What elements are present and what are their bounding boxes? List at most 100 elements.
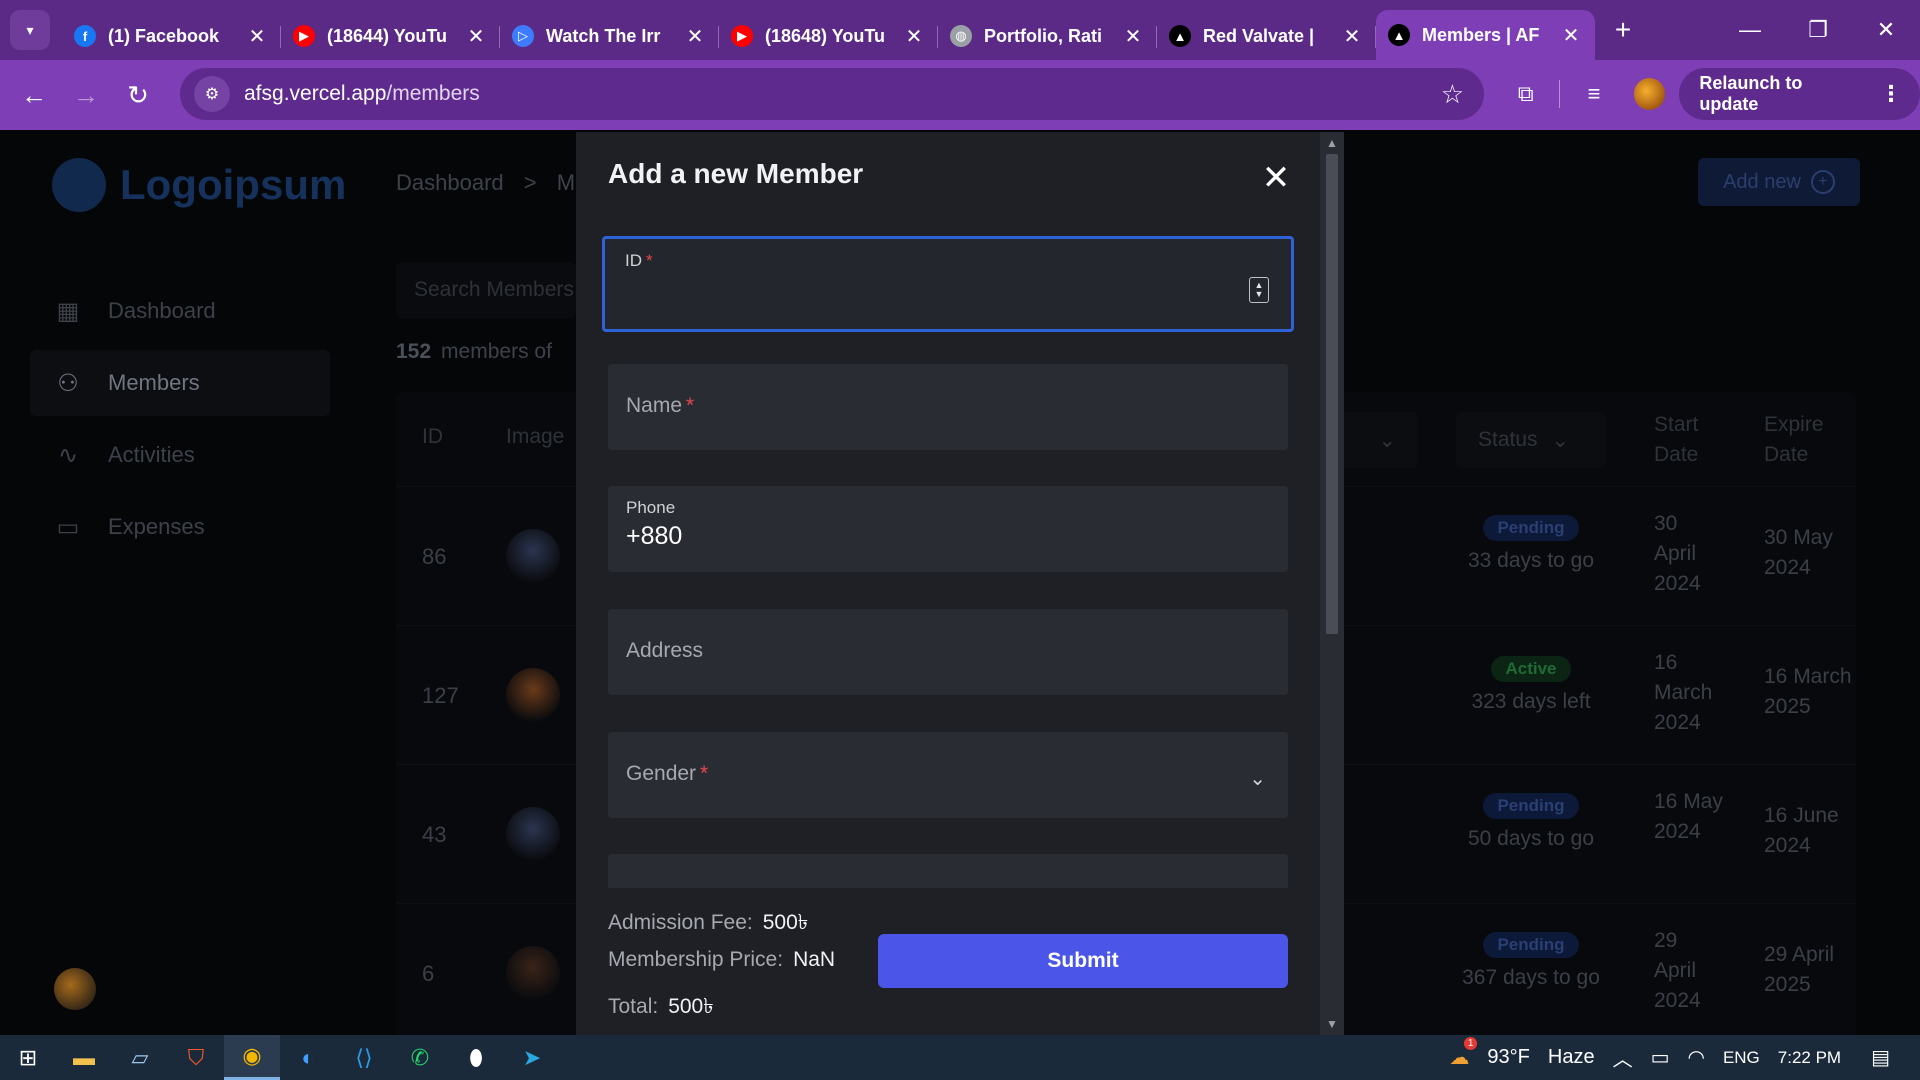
breadcrumb-dashboard[interactable]: Dashboard	[396, 170, 504, 195]
weather-badge: 1	[1463, 1037, 1478, 1050]
sidebar-item-expenses[interactable]: ▭ Expenses	[30, 494, 330, 560]
scrollbar-thumb[interactable]	[1326, 154, 1338, 634]
phone-input[interactable]: Phone +880	[608, 486, 1288, 572]
taskbar-brave[interactable]: ⛉	[168, 1035, 224, 1080]
close-window-button[interactable]: ✕	[1852, 0, 1920, 60]
filter-dropdown[interactable]: ⌄	[1336, 412, 1418, 468]
gender-select[interactable]: Gender * ⌄	[608, 732, 1288, 818]
tab-search-button[interactable]: ▾	[10, 10, 50, 50]
id-input[interactable]: ID * ▲ ▼	[602, 236, 1294, 332]
tab-title: Members | AF	[1422, 24, 1540, 45]
modal-title: Add a new Member	[608, 158, 864, 189]
taskbar-file-explorer[interactable]: ▬	[56, 1035, 112, 1080]
globe-icon: ◍	[950, 25, 972, 47]
restore-button[interactable]: ❐	[1784, 0, 1852, 60]
brave-icon: ⛉	[187, 1044, 205, 1070]
browser-tab[interactable]: ▶ (18644) YouTu ✕	[281, 12, 500, 60]
search-members-input[interactable]: Search Members	[396, 262, 576, 318]
plus-icon: +	[1614, 14, 1632, 45]
minimize-button[interactable]: —	[1716, 0, 1784, 60]
member-id: 43	[422, 821, 447, 847]
windows-taskbar: ⊞ ▬ ▱ ⛉ ◉ ◐ ⟨⟩ ✆ ⬮ ➤ ☁ 1 93°F Haze ︿ ▭ ◠ …	[0, 1035, 1920, 1080]
close-tab-icon[interactable]: ✕	[683, 24, 707, 49]
reload-button[interactable]: ↻	[112, 69, 164, 121]
close-modal-button[interactable]: ✕	[1258, 160, 1294, 196]
sidebar-item-members[interactable]: ⚇ Members	[30, 350, 330, 416]
wallet-icon: ▭	[56, 513, 80, 541]
youtube-icon: ▶	[293, 25, 315, 47]
breadcrumb: Dashboard > Me	[396, 170, 587, 196]
add-new-button[interactable]: Add new +	[1698, 158, 1860, 206]
bookmark-star-icon[interactable]: ☆	[1441, 79, 1464, 110]
new-tab-button[interactable]: +	[1601, 8, 1645, 52]
scroll-down-icon[interactable]: ▼	[1326, 1017, 1338, 1031]
browser-tab[interactable]: ▶ (18648) YouTu ✕	[719, 12, 938, 60]
browser-tab[interactable]: ▲ Members | AF ✕	[1376, 10, 1595, 60]
sidebar-item-dashboard[interactable]: ▦ Dashboard	[30, 278, 330, 344]
browser-tab-strip: ▾ f (1) Facebook ✕ ▶ (18644) YouTu ✕ ▷ Watch Th…	[0, 0, 1920, 60]
close-tab-icon[interactable]: ✕	[1559, 23, 1583, 48]
toolbar-divider	[1559, 80, 1561, 108]
profile-avatar[interactable]	[1633, 78, 1666, 110]
member-id: 86	[422, 543, 447, 569]
media-controls-icon[interactable]: ≡	[1568, 68, 1619, 120]
scroll-up-icon[interactable]: ▲	[1326, 136, 1338, 150]
extensions-icon[interactable]: ⧉	[1500, 68, 1551, 120]
close-tab-icon[interactable]: ✕	[1340, 24, 1364, 49]
taskbar-notepad[interactable]: ▱	[112, 1035, 168, 1080]
browser-tab[interactable]: f (1) Facebook ✕	[62, 12, 281, 60]
notification-icon[interactable]: ▤	[1871, 1045, 1890, 1070]
start-date: 29 April 2024	[1654, 929, 1701, 1012]
address-input[interactable]: Address	[608, 609, 1288, 695]
more-menu-icon[interactable]: ⋮	[1880, 81, 1902, 107]
chevron-up-icon[interactable]: ︿	[1613, 1043, 1633, 1072]
wifi-icon[interactable]: ◠	[1687, 1045, 1704, 1070]
close-tab-icon[interactable]: ✕	[902, 24, 926, 49]
status-badge: Pending	[1483, 793, 1579, 819]
close-tab-icon[interactable]: ✕	[245, 24, 269, 49]
name-input[interactable]: Name *	[608, 364, 1288, 450]
admission-fee: Admission Fee: 500৳	[608, 911, 809, 934]
status-filter-dropdown[interactable]: Status ⌄	[1456, 412, 1606, 468]
notepad-icon: ▱	[131, 1044, 149, 1070]
play-icon: ▷	[512, 25, 534, 47]
language-indicator[interactable]: ENG	[1723, 1048, 1760, 1068]
modal-scrollbar[interactable]: ▲ ▼	[1320, 132, 1344, 1035]
breadcrumb-separator: >	[523, 170, 537, 195]
tab-title: (18648) YouTu	[765, 25, 886, 46]
taskbar-firefox[interactable]: ◐	[280, 1035, 336, 1080]
sidebar-item-activities[interactable]: ∿ Activities	[30, 422, 330, 488]
taskbar-vscode[interactable]: ⟨⟩	[336, 1035, 392, 1080]
forward-button[interactable]: →	[60, 69, 112, 121]
taskbar-app[interactable]: ⬮	[448, 1035, 504, 1080]
user-avatar[interactable]	[54, 968, 96, 1010]
phone-value: +880	[626, 522, 683, 550]
start-button[interactable]: ⊞	[0, 1035, 56, 1080]
relaunch-button[interactable]: Relaunch to update ⋮	[1679, 68, 1920, 120]
battery-icon[interactable]: ▭	[1651, 1045, 1670, 1070]
close-tab-icon[interactable]: ✕	[1121, 24, 1145, 49]
vscode-icon: ⟨⟩	[355, 1044, 373, 1070]
weather-text[interactable]: Haze	[1548, 1046, 1595, 1069]
number-spinner[interactable]: ▲ ▼	[1249, 277, 1269, 303]
back-button[interactable]: ←	[8, 69, 60, 121]
site-settings-icon[interactable]: ⚙	[194, 76, 230, 112]
browser-tab[interactable]: ◍ Portfolio, Rati ✕	[938, 12, 1157, 60]
weather-icon[interactable]: ☁ 1	[1449, 1037, 1478, 1070]
member-avatar	[506, 668, 560, 722]
reload-icon: ↻	[127, 79, 149, 110]
close-tab-icon[interactable]: ✕	[464, 24, 488, 49]
app-logo[interactable]: Logoipsum	[52, 158, 346, 212]
clock[interactable]: 7:22 PM	[1778, 1048, 1841, 1068]
url-text[interactable]: afsg.vercel.app/members	[244, 82, 480, 106]
partial-field[interactable]	[608, 854, 1288, 888]
taskbar-chrome[interactable]: ◉	[224, 1035, 280, 1080]
tab-title: (18644) YouTu	[327, 25, 448, 46]
weather-temp[interactable]: 93°F	[1487, 1046, 1529, 1069]
address-bar[interactable]: ⚙ afsg.vercel.app/members ☆	[180, 68, 1484, 120]
submit-button[interactable]: Submit	[878, 934, 1288, 988]
taskbar-telegram[interactable]: ➤	[504, 1035, 560, 1080]
browser-tab[interactable]: ▲ Red Valvate | ✕	[1157, 12, 1376, 60]
taskbar-whatsapp[interactable]: ✆	[392, 1035, 448, 1080]
browser-tab[interactable]: ▷ Watch The Irr ✕	[500, 12, 719, 60]
